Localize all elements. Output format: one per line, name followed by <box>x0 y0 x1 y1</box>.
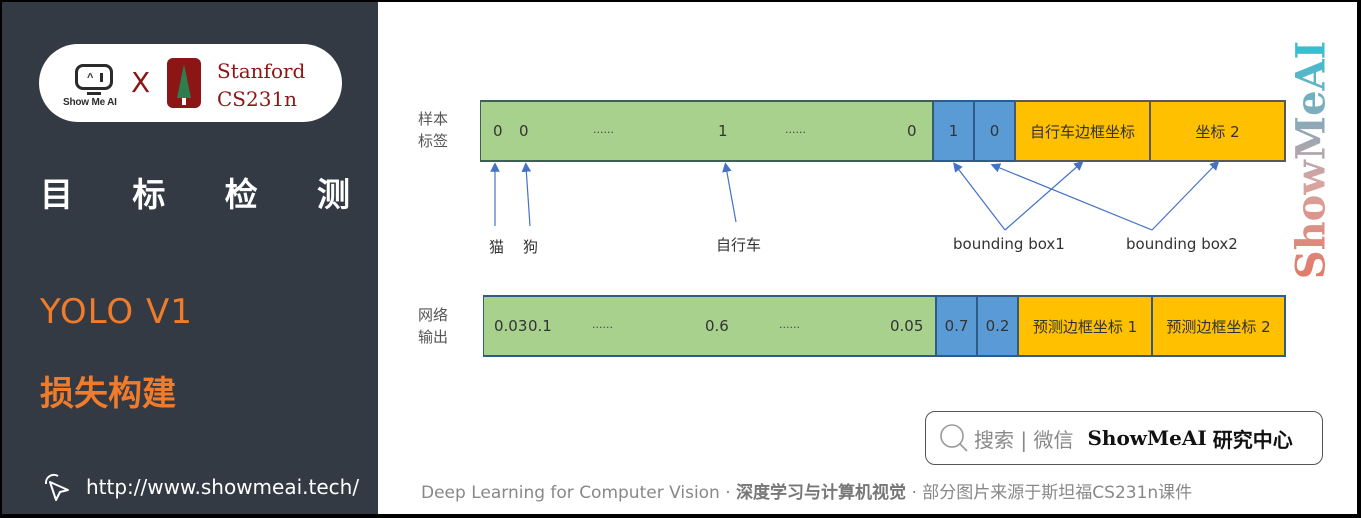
footer-course-en: Deep Learning for Computer Vision <box>421 483 720 503</box>
output-row-title: 网络 输出 <box>418 304 458 348</box>
arrow-bbox2-coords <box>1151 160 1220 231</box>
label-row-title-line2: 标签 <box>418 132 449 150</box>
topic-char: 测 <box>316 175 350 214</box>
robot-screen-icon: ^ <box>75 64 113 90</box>
site-url[interactable]: http://www.showmeai.tech/ <box>86 475 359 499</box>
tree-icon <box>177 64 191 98</box>
search-brand-suffix: 研究中心 <box>1212 427 1293 452</box>
search-banner: 搜索 | 微信 ShowMeAI 研究中心 <box>925 411 1323 465</box>
tree-trunk <box>182 98 186 105</box>
left-panel: ^ Show Me AI X Stanford CS231n 目 标 检 测 Y… <box>2 2 378 514</box>
class-value: 0 <box>519 122 529 140</box>
predicted-bbox-cell: 预测边框坐标 2 <box>1152 295 1286 357</box>
footer-course-zh: 深度学习与计算机视觉 <box>736 483 907 503</box>
confidence-cell: 1 <box>933 100 974 162</box>
showmeai-logo-text: Show Me AI <box>63 97 117 108</box>
footer-sep: · <box>719 483 737 503</box>
ellipsis: ...... <box>593 123 614 137</box>
predicted-value: 0.1 <box>528 317 552 335</box>
cursor-click-icon <box>44 473 69 501</box>
footer-source: 部分图片来源于斯坦福CS231n课件 <box>922 483 1193 503</box>
robot-stand-icon <box>87 92 101 95</box>
robot-eye-icon <box>100 73 103 82</box>
class-value: 0 <box>493 122 503 140</box>
label-row-title: 样本 标签 <box>418 108 458 152</box>
ellipsis: ...... <box>592 318 613 332</box>
arrow-bbox1-coords <box>1004 160 1084 231</box>
watermark-text: ShowMeAI <box>1287 40 1335 280</box>
arrow-label-bbox1: bounding box1 <box>953 235 1065 253</box>
logo-separator: X <box>131 66 151 99</box>
arrow-label-dog: 狗 <box>523 238 539 256</box>
search-icon <box>940 424 968 452</box>
predicted-value: 0.03 <box>494 317 528 335</box>
search-hint: 搜索 | 微信 <box>974 427 1074 452</box>
ellipsis: ...... <box>779 318 800 332</box>
topic-char: 标 <box>132 175 166 214</box>
class-value: 0 <box>907 122 917 140</box>
arrow-dog <box>521 162 532 227</box>
arrow-label-bbox2: bounding box2 <box>1126 235 1238 253</box>
output-row-title-line1: 网络 <box>418 306 449 324</box>
arrow-label-bicycle: 自行车 <box>716 236 762 254</box>
logo-banner: ^ Show Me AI X Stanford CS231n <box>39 44 342 122</box>
topic-char: 目 <box>40 175 73 214</box>
section-subtitle: 损失构建 <box>40 374 176 414</box>
robot-eye-icon: ^ <box>87 72 94 84</box>
arrow-bbox1-conf <box>953 162 1006 231</box>
site-link[interactable]: http://www.showmeai.tech/ <box>38 470 359 504</box>
arrow-bicycle <box>722 162 737 223</box>
footer-sep: · <box>906 483 923 503</box>
arrow-bbox2-conf <box>990 163 1153 231</box>
showmeai-logo: ^ Show Me AI <box>63 62 123 110</box>
label-vector: 0 0 ...... 1 ...... 0 1 0 自行车边框坐标 坐标 2 <box>480 100 1286 162</box>
label-row-title-line1: 样本 <box>418 110 449 128</box>
stanford-line1: Stanford <box>217 59 306 83</box>
ellipsis: ...... <box>785 123 806 137</box>
stanford-logo-icon <box>167 58 201 108</box>
showmeai-watermark: ShowMeAI <box>1286 40 1336 280</box>
predicted-bbox-cell: 预测边框坐标 1 <box>1018 295 1152 357</box>
stanford-line2: CS231n <box>217 87 298 111</box>
arrow-label-cat: 猫 <box>489 238 505 256</box>
predicted-confidence-cell: 0.7 <box>936 295 977 357</box>
class-value: 1 <box>718 122 728 140</box>
slide-frame: ^ Show Me AI X Stanford CS231n 目 标 检 测 Y… <box>0 0 1361 518</box>
bbox-coords-cell: 坐标 2 <box>1150 100 1286 162</box>
search-brand: ShowMeAI <box>1087 426 1207 450</box>
topic-char: 检 <box>224 175 258 214</box>
predicted-value: 0.05 <box>890 317 924 335</box>
confidence-cell: 0 <box>974 100 1015 162</box>
class-probabilities-segment: 0 0 ...... 1 ...... 0 <box>480 100 933 162</box>
bbox-coords-cell: 自行车边框坐标 <box>1015 100 1150 162</box>
footer: Deep Learning for Computer Vision · 深度学习… <box>421 478 1192 503</box>
output-vector: 0.03 0.1 ...... 0.6 ...... 0.05 0.7 0.2 … <box>483 295 1286 357</box>
predicted-confidence-cell: 0.2 <box>977 295 1018 357</box>
topic-title: 目 标 检 测 <box>40 168 350 216</box>
main-content: 样本 标签 0 0 ...... 1 ...... 0 1 0 自行车边框坐标 … <box>378 2 1357 514</box>
predicted-class-segment: 0.03 0.1 ...... 0.6 ...... 0.05 <box>483 295 936 357</box>
section-title: YOLO V1 <box>40 292 193 332</box>
output-row-title-line2: 输出 <box>418 328 449 346</box>
stanford-text: Stanford CS231n <box>217 57 305 113</box>
predicted-value: 0.6 <box>705 317 729 335</box>
